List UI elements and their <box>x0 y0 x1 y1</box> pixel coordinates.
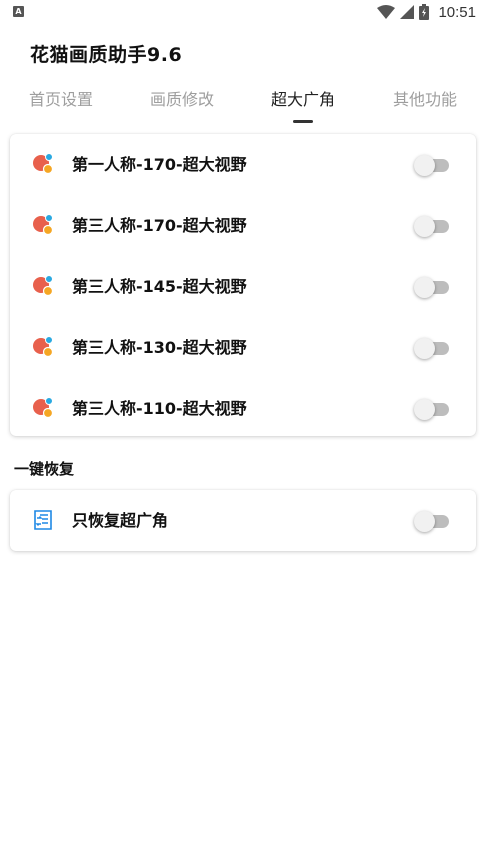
status-icons: 10:51 <box>377 2 476 22</box>
toggle-switch[interactable] <box>414 398 450 420</box>
option-label: 第一人称-170-超大视野 <box>72 155 247 174</box>
restore-options-card: 只恢复超广角 <box>10 490 476 551</box>
wifi-icon <box>377 5 396 19</box>
option-row-third-person-170[interactable]: 第三人称-170-超大视野 <box>10 195 476 256</box>
status-bar: A 10:51 <box>0 0 486 24</box>
option-label: 第三人称-145-超大视野 <box>72 277 247 296</box>
notification-icon: A <box>13 6 24 17</box>
signal-icon <box>400 5 415 19</box>
paint-palette-icon <box>33 153 54 175</box>
restore-list-icon <box>34 510 52 530</box>
toggle-switch[interactable] <box>414 215 450 237</box>
toggle-switch[interactable] <box>414 154 450 176</box>
option-label: 第三人称-110-超大视野 <box>72 399 247 418</box>
option-label: 只恢复超广角 <box>72 511 169 530</box>
option-row-third-person-145[interactable]: 第三人称-145-超大视野 <box>10 256 476 317</box>
tab-quality-edit[interactable]: 画质修改 <box>150 84 214 116</box>
option-row-restore-wide-angle[interactable]: 只恢复超广角 <box>10 490 476 551</box>
toggle-switch[interactable] <box>414 276 450 298</box>
paint-palette-icon <box>33 397 54 419</box>
option-label: 第三人称-130-超大视野 <box>72 338 247 357</box>
paint-palette-icon <box>33 214 54 236</box>
paint-palette-icon <box>33 275 54 297</box>
option-row-third-person-130[interactable]: 第三人称-130-超大视野 <box>10 317 476 378</box>
option-row-first-person-170[interactable]: 第一人称-170-超大视野 <box>10 134 476 195</box>
wide-angle-options-card: 第一人称-170-超大视野 第三人称-170-超大视野 第三人称-145-超大视… <box>10 134 476 436</box>
app-title: 花猫画质助手9.6 <box>30 44 183 66</box>
tab-bar: 首页设置 画质修改 超大广角 其他功能 <box>0 84 486 124</box>
clock: 10:51 <box>438 3 476 21</box>
option-row-third-person-110[interactable]: 第三人称-110-超大视野 <box>10 378 476 439</box>
option-label: 第三人称-170-超大视野 <box>72 216 247 235</box>
toggle-switch[interactable] <box>414 510 450 532</box>
tab-home-settings[interactable]: 首页设置 <box>29 84 93 116</box>
section-title-restore: 一键恢复 <box>14 460 75 478</box>
active-tab-indicator <box>293 120 313 123</box>
tab-wide-angle[interactable]: 超大广角 <box>271 84 335 116</box>
battery-icon <box>419 4 430 20</box>
paint-palette-icon <box>33 336 54 358</box>
toggle-switch[interactable] <box>414 337 450 359</box>
tab-other-features[interactable]: 其他功能 <box>393 84 457 116</box>
